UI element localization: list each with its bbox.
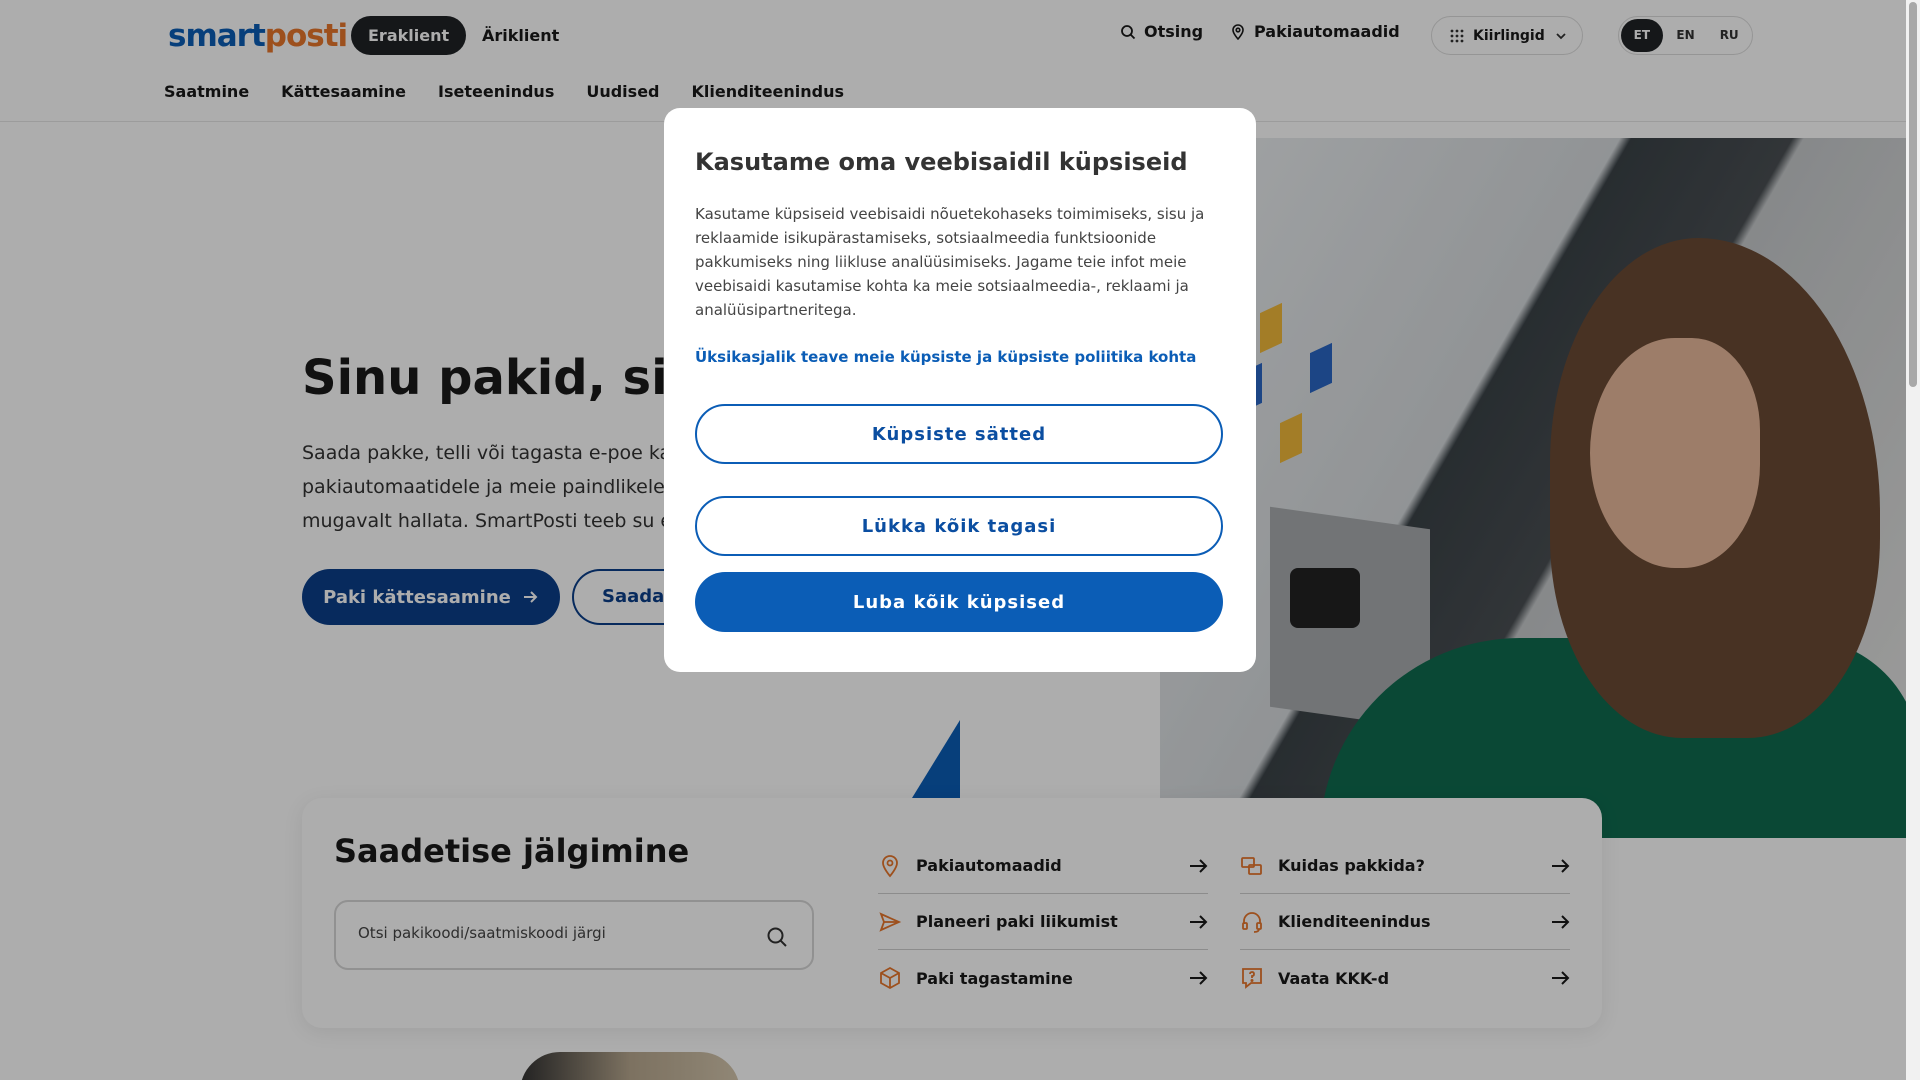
cookie-dialog-title: Kasutame oma veebisaidil küpsiseid <box>695 148 1188 176</box>
accept-all-cookies-button[interactable]: Luba kõik küpsised <box>695 572 1223 632</box>
cookie-policy-link[interactable]: Üksikasjalik teave meie küpsiste ja küps… <box>695 348 1196 366</box>
cookie-dialog-body: Kasutame küpsiseid veebisaidi nõuetekoha… <box>695 205 1205 319</box>
cookie-settings-button[interactable]: Küpsiste sätted <box>695 404 1223 464</box>
page-scrollbar[interactable] <box>1906 0 1920 1080</box>
reject-all-cookies-button[interactable]: Lükka kõik tagasi <box>695 496 1223 556</box>
cookie-consent-dialog: Kasutame oma veebisaidil küpsiseid Kasut… <box>664 108 1256 672</box>
scrollbar-thumb[interactable] <box>1909 2 1917 387</box>
